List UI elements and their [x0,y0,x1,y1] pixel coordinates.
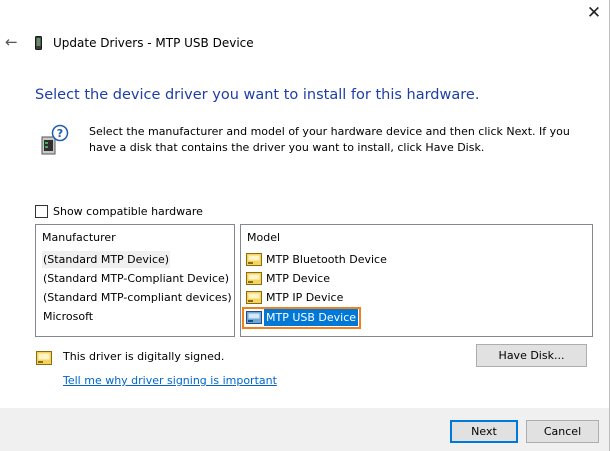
signed-driver-icon [246,253,262,266]
instruction-text: Select the manufacturer and model of you… [89,125,570,154]
manufacturer-item-standard-mtp-compliant-devices[interactable]: (Standard MTP-compliant devices) [42,289,233,306]
manufacturer-listbox[interactable]: Manufacturer (Standard MTP Device) (Stan… [35,224,235,337]
model-item-mtp-ip-device[interactable]: MTP IP Device [246,289,345,306]
page-heading: Select the device driver you want to ins… [35,87,480,103]
model-item-label: MTP Device [266,272,330,285]
back-button[interactable]: ← [5,34,21,50]
close-button[interactable]: ✕ [582,2,606,24]
signature-status-text: This driver is digitally signed. [63,350,225,363]
phone-device-icon [35,36,42,50]
model-item-mtp-usb-device[interactable]: MTP USB Device [246,309,359,326]
update-drivers-dialog: ✕ ← Update Drivers - MTP USB Device Sele… [0,0,610,451]
model-item-label: MTP USB Device [264,309,359,326]
model-listbox[interactable]: Model MTP Bluetooth Device MTP Device MT… [240,224,593,337]
manufacturer-header: Manufacturer [42,231,116,244]
model-item-label: MTP IP Device [266,291,344,304]
manufacturer-item-microsoft[interactable]: Microsoft [42,308,94,325]
have-disk-button[interactable]: Have Disk... [476,344,587,367]
signed-driver-icon [36,351,52,365]
next-button[interactable]: Next [450,420,518,443]
model-item-label: MTP Bluetooth Device [266,253,387,266]
back-arrow-icon: ← [5,33,18,51]
checkbox-box[interactable] [35,205,48,218]
window-title: Update Drivers - MTP USB Device [53,36,254,50]
manufacturer-item-standard-mtp-device[interactable]: (Standard MTP Device) [42,251,171,268]
close-icon: ✕ [586,3,602,23]
signed-driver-icon [246,291,262,304]
model-item-mtp-bluetooth-device[interactable]: MTP Bluetooth Device [246,251,389,268]
show-compatible-checkbox[interactable]: Show compatible hardware [35,204,203,219]
signed-driver-icon [246,311,262,324]
cancel-button[interactable]: Cancel [526,420,599,443]
model-header: Model [247,231,281,244]
hardware-question-icon: ? [41,124,69,155]
manufacturer-item-standard-mtp-compliant-device[interactable]: (Standard MTP-Compliant Device) [42,270,230,287]
svg-text:?: ? [57,127,63,140]
checkbox-label: Show compatible hardware [53,205,203,218]
driver-signing-link[interactable]: Tell me why driver signing is important [63,374,277,387]
model-item-mtp-device[interactable]: MTP Device [246,270,332,287]
signed-driver-icon [246,272,262,285]
